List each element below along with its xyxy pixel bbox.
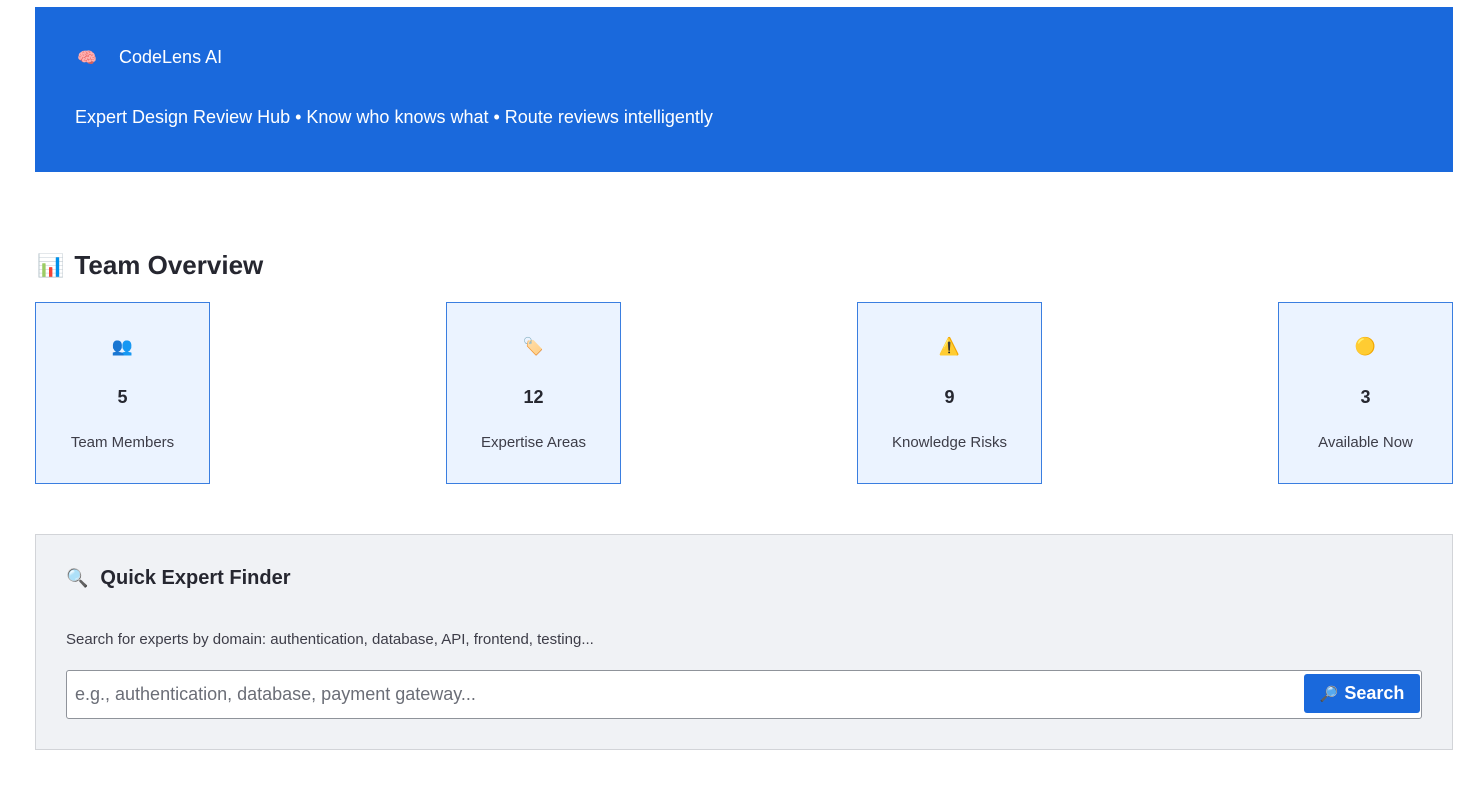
brand: 🧠 CodeLens AI bbox=[75, 47, 222, 68]
quick-expert-finder-panel: 🔍 Quick Expert Finder Search for experts… bbox=[35, 534, 1453, 750]
status-dot-icon: 🟡 bbox=[1354, 337, 1377, 356]
team-overview-heading: 📊 Team Overview bbox=[37, 250, 263, 281]
finder-title: Quick Expert Finder bbox=[100, 567, 291, 589]
search-button[interactable]: 🔎 Search bbox=[1304, 674, 1420, 713]
metric-value: 12 bbox=[523, 387, 544, 407]
app-title: CodeLens AI bbox=[119, 47, 223, 67]
metric-label: Available Now bbox=[1318, 434, 1413, 451]
app-tagline: Expert Design Review Hub • Know who know… bbox=[75, 107, 713, 127]
metric-value: 3 bbox=[1360, 387, 1371, 407]
finder-heading: 🔍 Quick Expert Finder bbox=[66, 567, 290, 590]
metric-value: 5 bbox=[117, 387, 128, 407]
search-icon: 🔎 bbox=[1319, 685, 1339, 703]
expert-search-input[interactable] bbox=[67, 671, 1297, 718]
metric-label: Knowledge Risks bbox=[891, 434, 1008, 451]
bar-chart-icon: 📊 bbox=[37, 252, 65, 278]
team-overview-title: Team Overview bbox=[74, 250, 264, 280]
search-button-label: Search bbox=[1344, 683, 1405, 703]
metric-card-knowledge-risks: ⚠️ 9 Knowledge Risks bbox=[857, 302, 1042, 484]
metric-label: Team Members bbox=[70, 434, 175, 451]
brain-icon: 🧠 bbox=[77, 49, 97, 67]
metric-label: Expertise Areas bbox=[480, 434, 587, 451]
warning-icon: ⚠️ bbox=[938, 337, 961, 356]
team-icon: 👥 bbox=[111, 337, 134, 356]
metric-card-expertise-areas: 🏷️ 12 Expertise Areas bbox=[446, 302, 621, 484]
finder-hint: Search for experts by domain: authentica… bbox=[66, 631, 594, 648]
metric-card-team-members: 👥 5 Team Members bbox=[35, 302, 210, 484]
tag-icon: 🏷️ bbox=[522, 337, 545, 356]
search-box: 🔎 Search bbox=[66, 670, 1422, 719]
metric-card-available-now: 🟡 3 Available Now bbox=[1278, 302, 1453, 484]
metric-value: 9 bbox=[944, 387, 955, 407]
magnifier-icon: 🔍 bbox=[66, 568, 89, 588]
app-header: 🧠 CodeLens AI Expert Design Review Hub •… bbox=[35, 7, 1453, 172]
